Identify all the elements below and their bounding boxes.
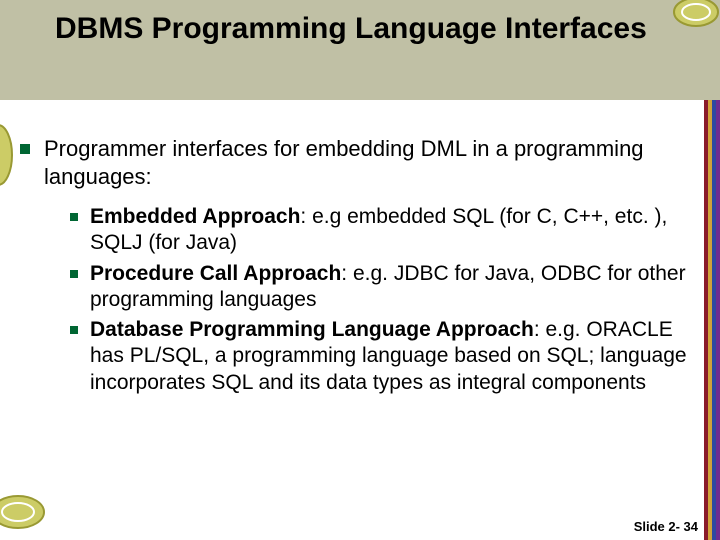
slide-title: DBMS Programming Language Interfaces [55, 10, 660, 48]
bullet-lead: Embedded Approach [90, 205, 300, 228]
bullet-lead: Procedure Call Approach [90, 262, 341, 285]
slide-number: Slide 2- 34 [634, 519, 698, 534]
side-blob-left [0, 120, 16, 190]
corner-blob-bottom-left [0, 490, 50, 536]
bullet-lead: Database Programming Language Approach [90, 318, 534, 341]
square-bullet-icon [70, 270, 78, 278]
sub-bullet-group: Embedded Approach: e.g embedded SQL (for… [70, 204, 695, 396]
square-bullet-icon [20, 144, 30, 154]
bullet-level2-text: Embedded Approach: e.g embedded SQL (for… [90, 204, 695, 257]
bullet-level2-text: Procedure Call Approach: e.g. JDBC for J… [90, 261, 695, 314]
bullet-level2: Database Programming Language Approach: … [70, 317, 695, 396]
bullet-level1-text: Programmer interfaces for embedding DML … [44, 135, 695, 190]
content-area: Programmer interfaces for embedding DML … [20, 135, 695, 400]
bullet-level1: Programmer interfaces for embedding DML … [20, 135, 695, 190]
bullet-level2-text: Database Programming Language Approach: … [90, 317, 695, 396]
bullet-level2: Embedded Approach: e.g embedded SQL (for… [70, 204, 695, 257]
accent-stripe-4 [716, 100, 720, 540]
square-bullet-icon [70, 213, 78, 221]
bullet-level2: Procedure Call Approach: e.g. JDBC for J… [70, 261, 695, 314]
square-bullet-icon [70, 326, 78, 334]
